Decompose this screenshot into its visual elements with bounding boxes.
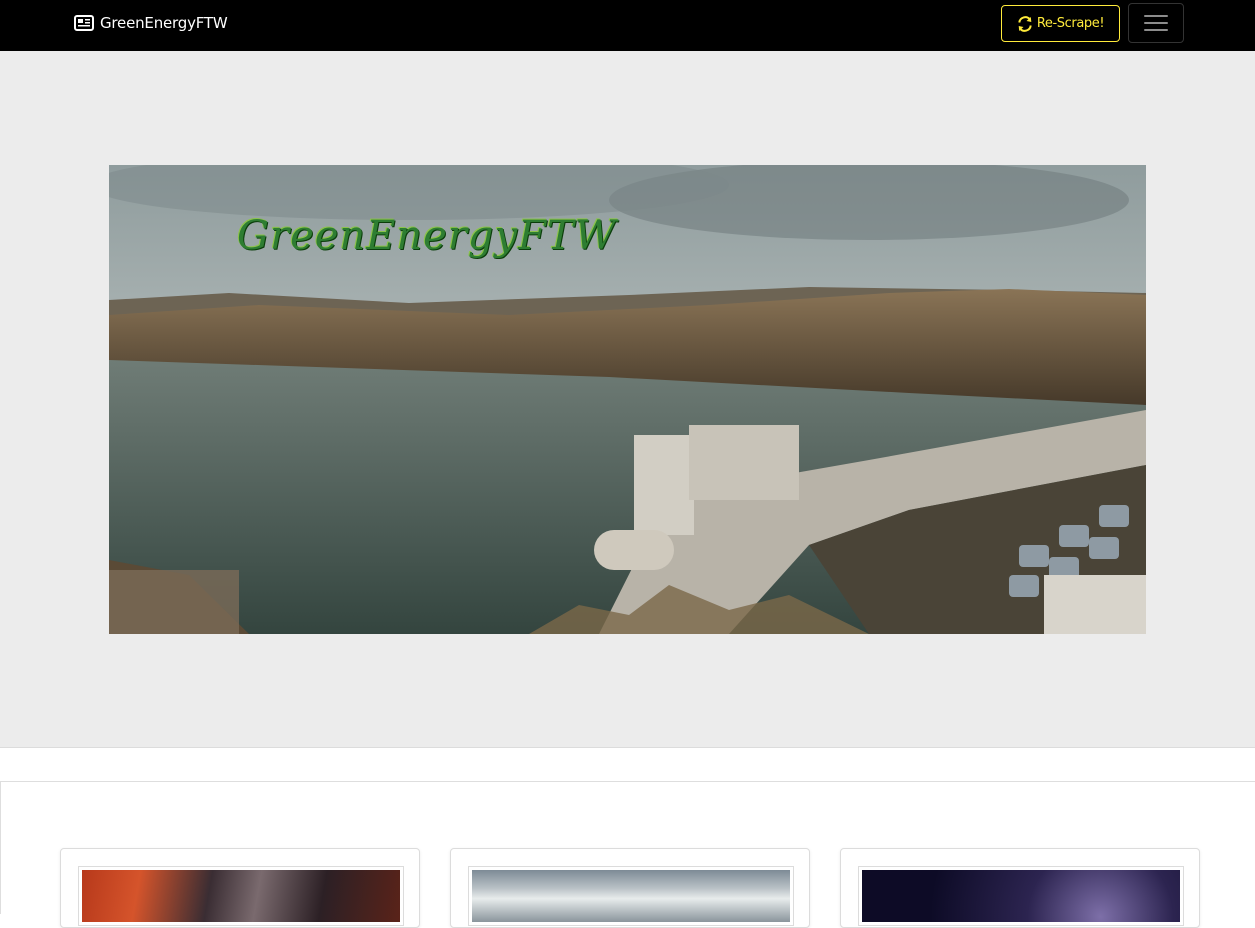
hamburger-menu-icon [1144,15,1168,31]
article-thumbnail[interactable] [468,866,794,926]
article-image [862,870,1180,922]
sync-icon [1018,15,1032,32]
article-card[interactable] [60,848,420,928]
brand-name: GreenEnergyFTW [100,14,228,32]
article-thumbnail[interactable] [858,866,1184,926]
article-image [472,870,790,922]
rescrape-label: Re-Scrape! [1036,16,1105,31]
article-list-section [0,781,1255,928]
newspaper-icon [74,15,94,31]
hero-jumbotron: GreenEnergyFTW [0,51,1255,748]
article-card[interactable] [840,848,1200,928]
hero-logo-text: GreenEnergyFTW [237,213,617,259]
article-thumbnail[interactable] [78,866,404,926]
article-image [82,870,400,922]
navbar-toggler-button[interactable] [1128,3,1184,43]
top-navbar: GreenEnergyFTW Re-Scrape! [0,0,1255,51]
rescrape-button[interactable]: Re-Scrape! [1001,5,1120,42]
hero-image: GreenEnergyFTW [109,165,1146,634]
article-card[interactable] [450,848,810,928]
brand-link[interactable]: GreenEnergyFTW [74,14,228,32]
